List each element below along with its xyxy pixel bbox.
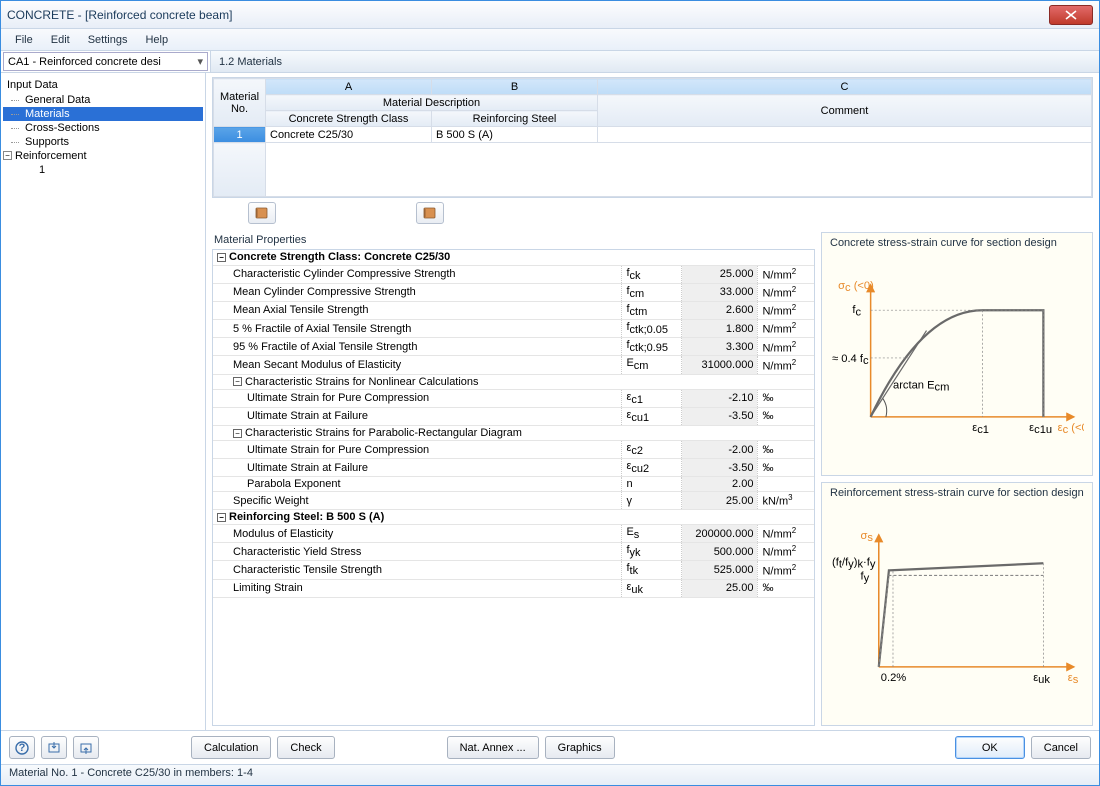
material-properties-table: −Concrete Strength Class: Concrete C25/3… (213, 250, 814, 598)
nav-cross-sections[interactable]: Cross-Sections (3, 121, 203, 135)
cancel-button[interactable]: Cancel (1031, 736, 1091, 759)
col-material-desc: Material Description (266, 95, 598, 111)
lower-panels: Material Properties −Concrete Strength C… (206, 232, 1099, 730)
collapse-icon[interactable]: − (233, 377, 242, 386)
svg-text:σc (<0): σc (<0) (838, 280, 874, 294)
menu-help[interactable]: Help (137, 32, 176, 48)
menu-edit[interactable]: Edit (43, 32, 78, 48)
graphics-button[interactable]: Graphics (545, 736, 615, 759)
content-area: MaterialNo. A B C Material Description C… (206, 73, 1099, 730)
collapse-icon[interactable]: − (217, 253, 226, 262)
menubar: File Edit Settings Help (1, 29, 1099, 51)
materials-grid[interactable]: MaterialNo. A B C Material Description C… (213, 78, 1092, 197)
svg-text:σs: σs (860, 530, 873, 544)
row-number: 1 (214, 127, 266, 143)
menu-file[interactable]: File (7, 32, 41, 48)
collapse-icon[interactable]: − (217, 513, 226, 522)
load-case-combo[interactable]: CA1 - Reinforced concrete desi (3, 52, 208, 71)
menu-settings[interactable]: Settings (80, 32, 136, 48)
col-reinforcing-steel: Reinforcing Steel (432, 111, 598, 127)
combo-value: CA1 - Reinforced concrete desi (8, 56, 161, 68)
window-title: CONCRETE - [Reinforced concrete beam] (7, 8, 1049, 22)
svg-text:≈ 0.4 fc: ≈ 0.4 fc (832, 353, 869, 367)
nav-root[interactable]: Input Data (3, 77, 203, 93)
nat-annex-button[interactable]: Nat. Annex ... (447, 736, 539, 759)
steel-library-button[interactable] (416, 202, 444, 224)
check-button[interactable]: Check (277, 736, 334, 759)
concrete-library-button[interactable] (248, 202, 276, 224)
collapse-icon[interactable]: − (233, 429, 242, 438)
nav-general-data[interactable]: General Data (3, 93, 203, 107)
nav-reinforcement[interactable]: −Reinforcement (3, 149, 203, 163)
materials-grid-area: MaterialNo. A B C Material Description C… (206, 73, 1099, 232)
svg-text:fy: fy (860, 571, 869, 585)
col-b: B (432, 79, 598, 95)
svg-text:?: ? (19, 742, 26, 754)
steel-chart-title: Reinforcement stress-strain curve for se… (822, 483, 1092, 501)
titlebar: CONCRETE - [Reinforced concrete beam] (1, 1, 1099, 29)
footer-buttons: ? Calculation Check Nat. Annex ... Graph… (1, 731, 1099, 765)
svg-text:εs: εs (1068, 672, 1079, 686)
col-c: C (598, 79, 1092, 95)
charts-column: Concrete stress-strain curve for section… (821, 232, 1093, 726)
book-icon (423, 206, 437, 220)
ok-button[interactable]: OK (955, 736, 1025, 759)
col-concrete-class: Concrete Strength Class (266, 111, 432, 127)
nav-reinforcement-1[interactable]: 1 (3, 163, 203, 177)
svg-text:0.2%: 0.2% (881, 672, 907, 684)
svg-text:εc1u: εc1u (1029, 422, 1052, 436)
svg-text:εc (<0): εc (<0) (1058, 422, 1084, 436)
status-bar: Material No. 1 - Concrete C25/30 in memb… (1, 765, 1099, 785)
svg-text:arctan Ecm: arctan Ecm (893, 379, 949, 393)
nav-supports[interactable]: Supports (3, 135, 203, 149)
svg-text:fc: fc (852, 304, 861, 318)
main-area: Input Data General Data Materials Cross-… (1, 73, 1099, 731)
concrete-curve-chart: Concrete stress-strain curve for section… (821, 232, 1093, 476)
svg-text:εc1: εc1 (972, 422, 989, 436)
nav-tree: Input Data General Data Materials Cross-… (1, 73, 206, 730)
material-properties-panel: Material Properties −Concrete Strength C… (212, 232, 815, 726)
cell-steel[interactable]: B 500 S (A) (432, 127, 598, 143)
export-icon (79, 741, 93, 755)
svg-text:εuk: εuk (1033, 672, 1050, 686)
import-icon (47, 741, 61, 755)
col-material-no: MaterialNo. (214, 79, 266, 127)
collapse-icon[interactable]: − (3, 151, 12, 160)
col-comment: Comment (598, 95, 1092, 127)
calculation-button[interactable]: Calculation (191, 736, 271, 759)
col-a: A (266, 79, 432, 95)
nav-materials[interactable]: Materials (3, 107, 203, 121)
close-button[interactable] (1049, 5, 1093, 25)
help-icon: ? (15, 741, 29, 755)
toolbar-row: CA1 - Reinforced concrete desi 1.2 Mater… (1, 51, 1099, 73)
import-button[interactable] (41, 736, 67, 759)
section-header: 1.2 Materials (210, 51, 1099, 72)
concrete-chart-title: Concrete stress-strain curve for section… (822, 233, 1092, 251)
book-icon (255, 206, 269, 220)
export-button[interactable] (73, 736, 99, 759)
concrete-chart-svg: σc (<0) εc (<0) fc ≈ 0.4 fc arctan Ecm ε… (830, 253, 1084, 469)
cell-concrete[interactable]: Concrete C25/30 (266, 127, 432, 143)
table-row[interactable]: 1 Concrete C25/30 B 500 S (A) (214, 127, 1092, 143)
svg-text:(ft/fy)k·fy: (ft/fy)k·fy (832, 556, 876, 570)
close-icon (1065, 10, 1077, 20)
cell-comment[interactable] (598, 127, 1092, 143)
steel-curve-chart: Reinforcement stress-strain curve for se… (821, 482, 1093, 726)
help-button[interactable]: ? (9, 736, 35, 759)
steel-chart-svg: σs εs (ft/fy)k·fy fy 0.2% εuk (830, 503, 1084, 719)
material-properties-title: Material Properties (212, 232, 815, 249)
